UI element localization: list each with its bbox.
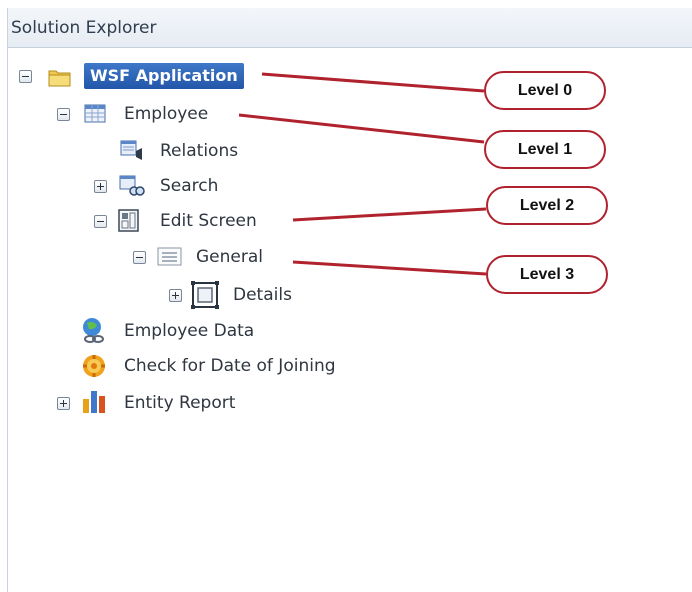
expand-toggle-details[interactable] xyxy=(169,289,182,302)
tree-label-details[interactable]: Details xyxy=(233,284,292,306)
tree-label-search[interactable]: Search xyxy=(160,175,218,197)
details-frame-icon xyxy=(191,281,219,309)
tree-label-entity-report[interactable]: Entity Report xyxy=(124,392,235,414)
folder-icon xyxy=(48,66,71,88)
collapse-toggle-edit-screen[interactable] xyxy=(94,215,107,228)
screen-layout-icon xyxy=(118,209,140,232)
callout-level-1: Level 1 xyxy=(484,130,606,169)
rule-gear-icon xyxy=(81,353,105,377)
tree-label-check-date-of-joining[interactable]: Check for Date of Joining xyxy=(124,355,336,377)
collapse-toggle-employee[interactable] xyxy=(57,108,70,121)
leader-line-level-2 xyxy=(292,207,487,222)
expand-toggle-entity-report[interactable] xyxy=(57,397,70,410)
tree-label-edit-screen[interactable]: Edit Screen xyxy=(160,210,257,232)
leader-line-level-3 xyxy=(292,260,487,276)
callout-level-3: Level 3 xyxy=(486,255,608,294)
data-source-icon xyxy=(81,317,104,343)
search-form-icon xyxy=(119,175,145,197)
expand-toggle-search[interactable] xyxy=(94,180,107,193)
leader-line-level-0 xyxy=(261,72,485,93)
collapse-toggle-general[interactable] xyxy=(133,251,146,264)
bar-chart-report-icon xyxy=(81,389,105,413)
callout-level-2: Level 2 xyxy=(486,186,608,225)
tree-label-general[interactable]: General xyxy=(196,246,263,268)
group-panel-icon xyxy=(157,246,182,268)
leader-line-level-1 xyxy=(238,113,485,144)
table-icon xyxy=(84,103,106,125)
tree-label-employee[interactable]: Employee xyxy=(124,103,208,125)
tree-label-employee-data[interactable]: Employee Data xyxy=(124,320,254,342)
collapse-toggle-wsf-application[interactable] xyxy=(19,70,32,83)
tree-label-relations[interactable]: Relations xyxy=(160,140,238,162)
tree-label-wsf-application[interactable]: WSF Application xyxy=(84,63,244,89)
relations-icon xyxy=(120,139,142,161)
callout-level-0: Level 0 xyxy=(484,71,606,110)
